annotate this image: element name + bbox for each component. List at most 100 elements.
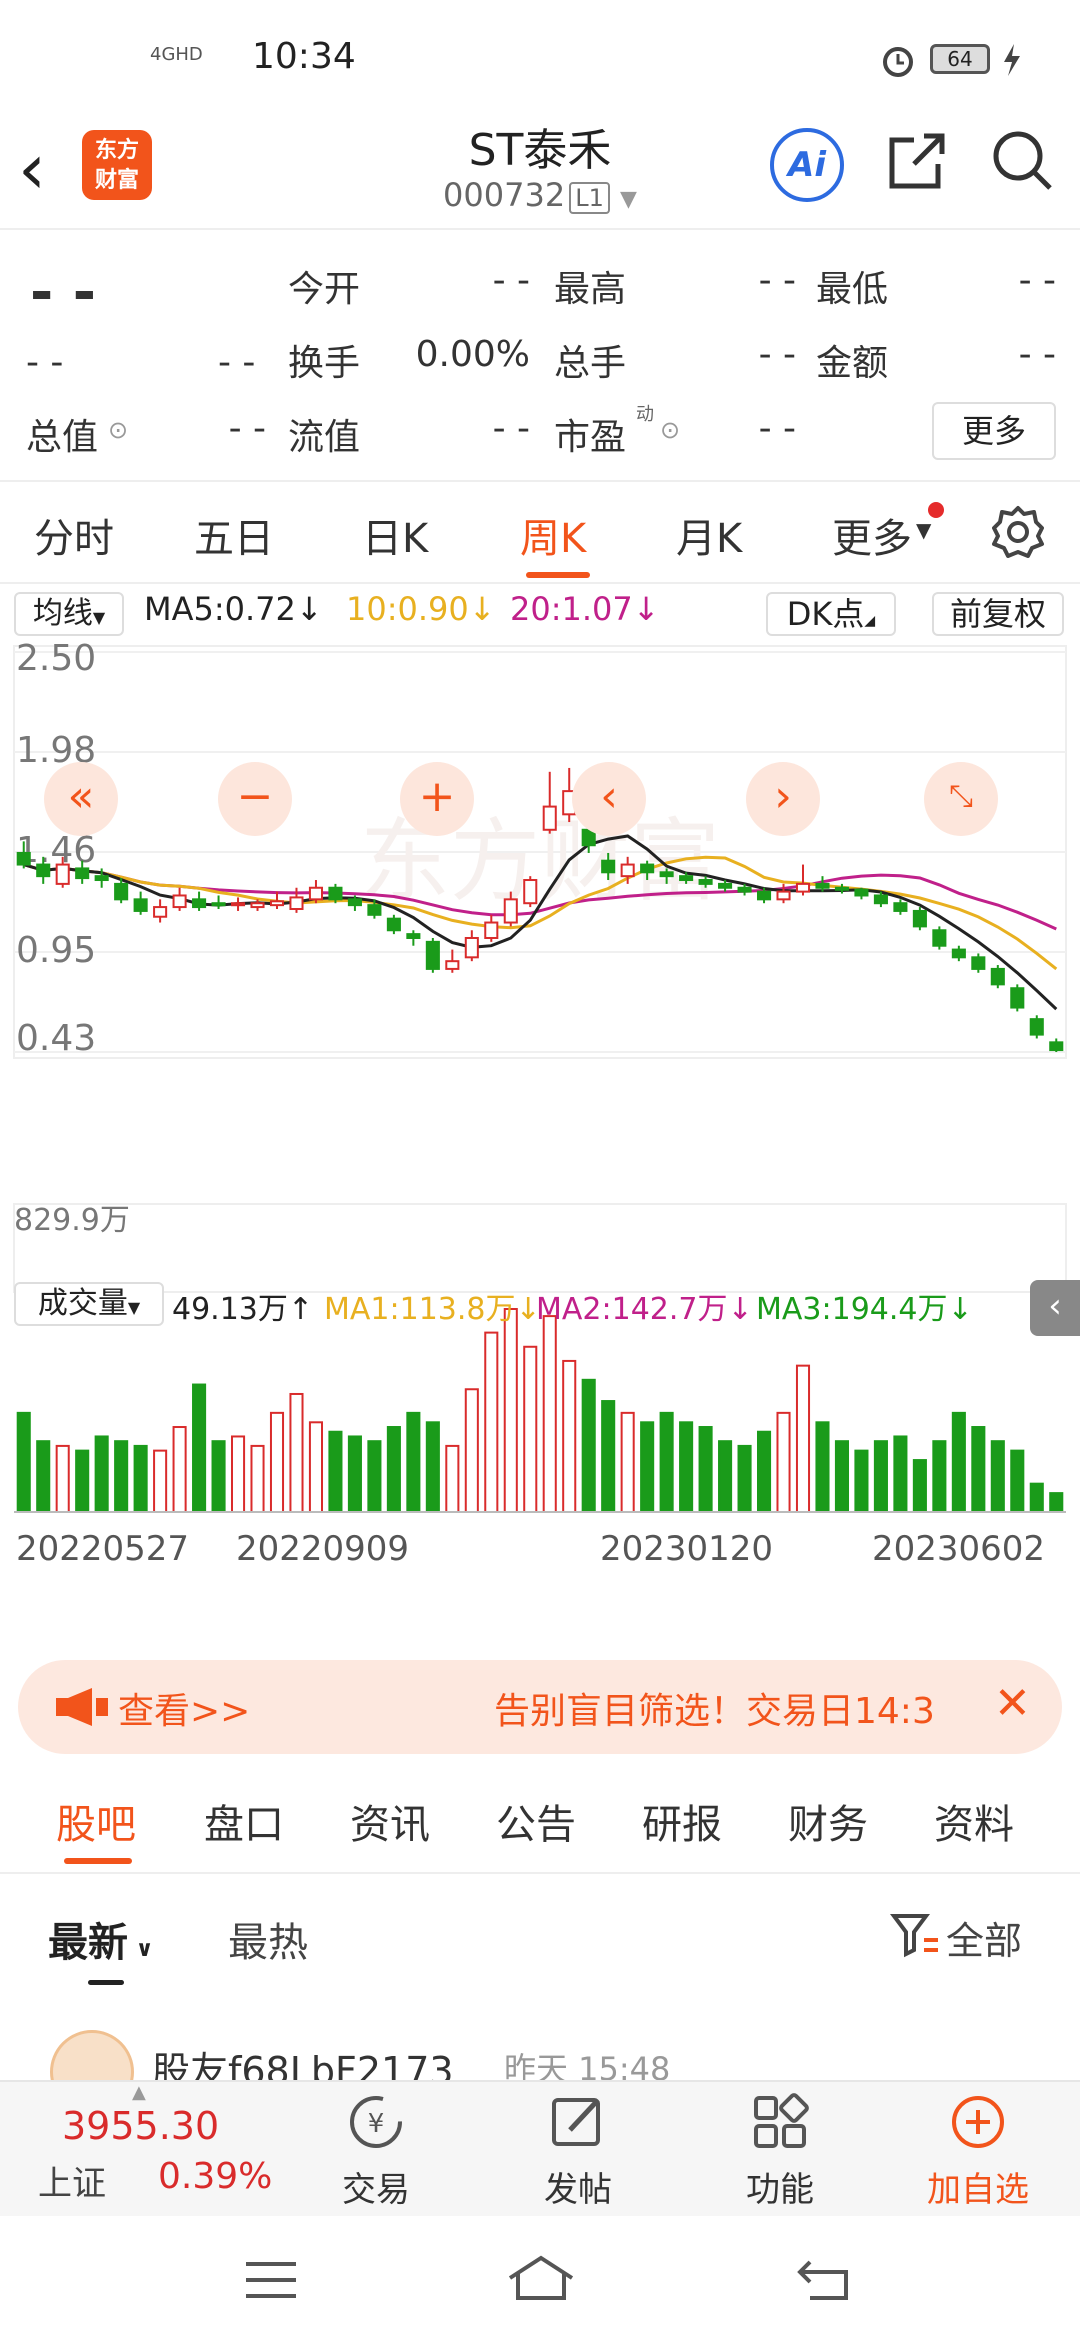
- candle-body: [269, 900, 285, 907]
- tab-intraday[interactable]: 分时: [34, 506, 114, 564]
- stock-header: ‹ 东方 财富 ST泰禾 000732 L1 ▼ Ai: [0, 110, 1080, 230]
- volume-bar: [347, 1435, 362, 1513]
- candle-body: [620, 863, 635, 878]
- value-float-cap: - -: [492, 408, 530, 449]
- dk-point-select[interactable]: DK点◢: [766, 592, 896, 636]
- tab-daily-k[interactable]: 日K: [362, 506, 428, 564]
- tab-news[interactable]: 资讯: [350, 1792, 430, 1850]
- trade-button[interactable]: ¥ 交易: [306, 2082, 446, 2211]
- ai-assistant-button[interactable]: Ai: [770, 128, 844, 202]
- back-nav-icon[interactable]: [796, 2258, 852, 2302]
- sort-latest[interactable]: 最新 ∨: [48, 1910, 154, 1968]
- volume-bar: [718, 1440, 733, 1513]
- menu-icon[interactable]: [244, 2260, 298, 2300]
- sort-hot[interactable]: 最热: [228, 1910, 308, 1968]
- volume-bar: [172, 1426, 187, 1513]
- tab-more[interactable]: 更多: [832, 506, 912, 564]
- search-icon[interactable]: [990, 128, 1056, 194]
- post-preview[interactable]: 股友f68LbF2173 昨天 15:48: [0, 2020, 1080, 2080]
- candle-body: [133, 898, 148, 912]
- label-high: 最高: [554, 269, 627, 310]
- gear-icon[interactable]: [990, 504, 1046, 560]
- share-icon[interactable]: [884, 128, 950, 194]
- candle-body: [386, 917, 401, 932]
- zoom-in-button[interactable]: +: [400, 762, 474, 836]
- tab-five-day[interactable]: 五日: [194, 506, 274, 564]
- scroll-left-fast-button[interactable]: «: [44, 762, 118, 836]
- volume-bar: [640, 1421, 655, 1513]
- candle-body: [367, 904, 382, 916]
- level-badge: L1: [569, 182, 610, 214]
- tab-orderbook[interactable]: 盘口: [204, 1792, 284, 1850]
- candle-body: [308, 886, 324, 901]
- info-icon[interactable]: ⊙: [660, 416, 680, 444]
- volume-bar: [737, 1444, 752, 1514]
- filter-all[interactable]: 全部: [946, 1910, 1022, 1965]
- zoom-out-button[interactable]: −: [218, 762, 292, 836]
- clock: 10:34: [252, 36, 356, 77]
- post-username[interactable]: 股友f68LbF2173: [152, 2040, 454, 2080]
- volume-bar: [55, 1444, 70, 1514]
- collapse-panel-button[interactable]: ‹: [1030, 1280, 1080, 1336]
- post-button[interactable]: 发帖: [508, 2082, 648, 2211]
- volume-bar: [698, 1426, 713, 1513]
- adjust-select[interactable]: 前复权: [932, 592, 1064, 636]
- banner-view-link[interactable]: 查看>>: [118, 1682, 250, 1734]
- scroll-left-button[interactable]: ‹: [572, 762, 646, 836]
- value-high: - -: [758, 260, 796, 301]
- candle-body: [36, 863, 51, 878]
- volume-bar: [542, 1315, 557, 1513]
- candle-body: [971, 956, 986, 970]
- volume-indicator-select[interactable]: 成交量▼: [14, 1282, 164, 1326]
- add-watchlist-button[interactable]: 加自选: [908, 2082, 1048, 2211]
- scroll-right-button[interactable]: ›: [746, 762, 820, 836]
- candle-body: [795, 882, 811, 893]
- info-icon[interactable]: ⊙: [108, 416, 128, 444]
- tab-monthly-k[interactable]: 月K: [676, 506, 742, 564]
- candle-body: [230, 902, 246, 907]
- tab-weekly-k[interactable]: 周K: [520, 506, 586, 564]
- function-button[interactable]: 功能: [710, 2082, 850, 2211]
- tab-research[interactable]: 研报: [642, 1792, 722, 1850]
- ma-type-select[interactable]: 均线▼: [14, 592, 124, 636]
- volume-bar: [328, 1430, 343, 1514]
- tab-forum[interactable]: 股吧: [56, 1792, 136, 1850]
- more-quote-button[interactable]: 更多: [932, 402, 1056, 460]
- volume-ma3: MA3:194.4万↓: [756, 1292, 973, 1327]
- price-tick-label: 2.50: [16, 642, 96, 679]
- volume-bar: [269, 1411, 285, 1514]
- volume-bar: [16, 1411, 31, 1514]
- ma10-value: 10:0.90↓: [346, 590, 496, 628]
- candle-body: [990, 967, 1005, 986]
- volume-bar: [795, 1364, 811, 1514]
- candle-body: [503, 898, 518, 924]
- volume-bar: [932, 1440, 947, 1513]
- candle-body: [951, 948, 966, 959]
- candle-body: [893, 902, 908, 912]
- tab-finance[interactable]: 财务: [788, 1792, 868, 1850]
- volume-bar: [367, 1440, 382, 1513]
- tab-announcements[interactable]: 公告: [496, 1792, 576, 1850]
- volume-bar: [484, 1331, 499, 1514]
- stock-code: 000732: [443, 176, 566, 214]
- volume-bar: [562, 1359, 577, 1513]
- avatar[interactable]: [50, 2030, 134, 2080]
- value-low: - -: [1018, 260, 1056, 301]
- fullscreen-button[interactable]: ⤡: [924, 762, 998, 836]
- date-tick-label: 20230120: [600, 1529, 773, 1569]
- battery-icon: 64: [930, 44, 990, 74]
- filter-icon[interactable]: [890, 1910, 940, 1960]
- tab-profile[interactable]: 资料: [934, 1792, 1014, 1850]
- candle-body: [679, 875, 694, 882]
- close-icon[interactable]: ✕: [994, 1678, 1031, 1729]
- kline-chart[interactable]: 均线▼ MA5:0.72↓ 10:0.90↓ 20:1.07↓ DK点◢ 前复权…: [0, 586, 1080, 1636]
- candle-body: [698, 879, 713, 885]
- kline-svg[interactable]: 2.501.981.460.950.43东方财富829.9万20220527 20…: [0, 642, 1080, 1622]
- home-icon[interactable]: [506, 2254, 576, 2302]
- promo-banner[interactable]: 查看>> 告别盲目筛选！交易日14:3 ✕: [18, 1660, 1062, 1754]
- volume-frame: [13, 1203, 1067, 1293]
- volume-value: 49.13万↑: [172, 1292, 314, 1327]
- ma5-value: MA5:0.72↓: [144, 590, 323, 628]
- volume-bar: [94, 1435, 109, 1513]
- index-value[interactable]: 3955.30: [62, 2104, 219, 2148]
